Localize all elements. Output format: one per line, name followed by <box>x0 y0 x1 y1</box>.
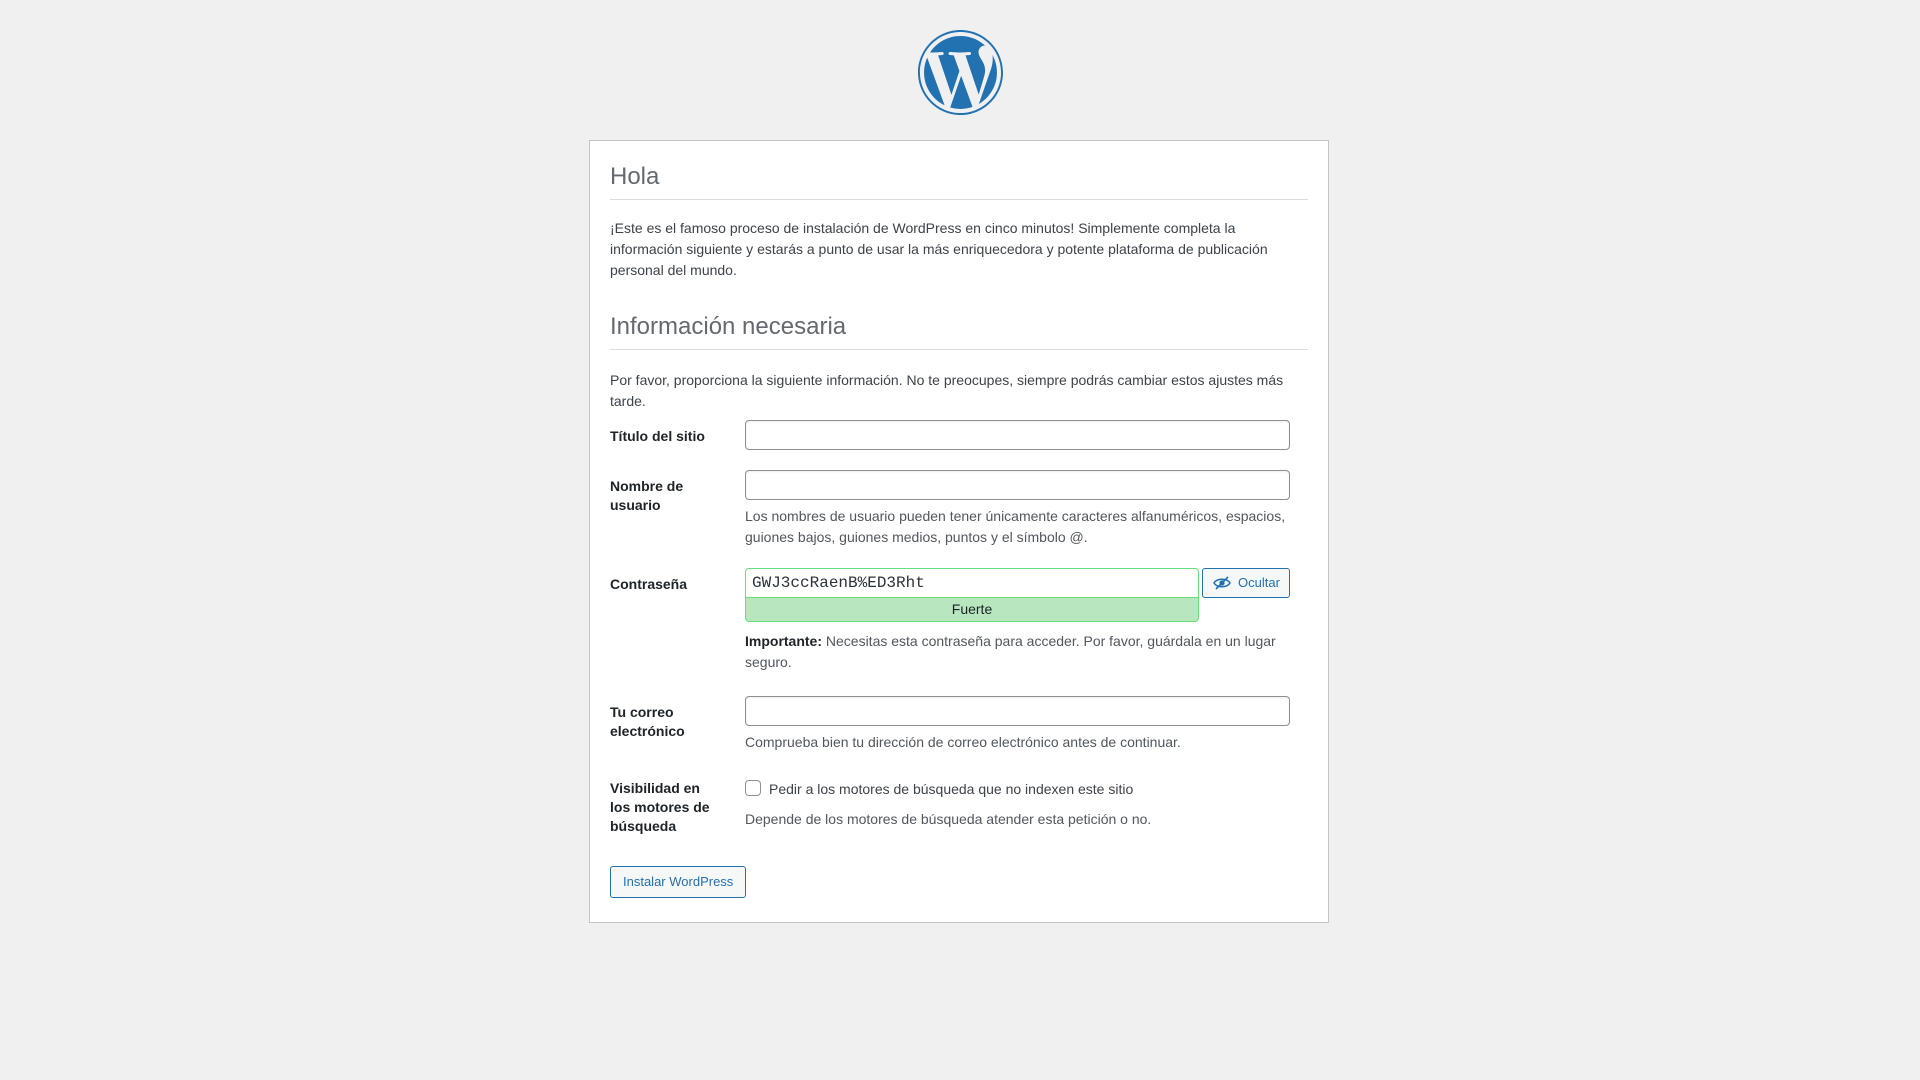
username-input[interactable] <box>745 470 1290 500</box>
username-label: Nombre de usuario <box>610 478 684 513</box>
hide-password-label: Ocultar <box>1238 575 1280 590</box>
wordpress-logo-icon[interactable] <box>918 30 1003 115</box>
section-description: Por favor, proporciona la siguiente info… <box>610 372 1284 409</box>
visibility-description: Depende de los motores de búsqueda atend… <box>745 811 1152 827</box>
noindex-checkbox[interactable] <box>745 779 761 796</box>
site-title-label: Título del sitio <box>610 428 705 444</box>
password-strength-meter: Fuerte <box>745 597 1199 622</box>
visibility-label: Visibilidad en los motores de búsqueda <box>610 780 710 834</box>
intro-text: ¡Este es el famoso proceso de instalació… <box>610 220 1268 278</box>
install-wordpress-button[interactable]: Instalar WordPress <box>610 866 747 898</box>
password-important-note: Importante: Necesitas esta contraseña pa… <box>745 631 1290 673</box>
password-label: Contraseña <box>610 576 688 592</box>
site-title-input[interactable] <box>745 420 1290 450</box>
username-description: Los nombres de usuario pueden tener únic… <box>745 508 1286 545</box>
important-label: Importante: <box>745 633 822 649</box>
important-text: Necesitas esta contraseña para acceder. … <box>745 633 1276 670</box>
email-label: Tu correo electrónico <box>610 704 685 739</box>
password-input[interactable]: GWJ3ccRaenB%ED3Rht <box>745 568 1199 598</box>
hide-password-button[interactable]: Ocultar <box>1202 568 1290 598</box>
visibility-option[interactable]: Pedir a los motores de búsqueda que no i… <box>745 779 1290 800</box>
noindex-checkbox-label[interactable]: Pedir a los motores de búsqueda que no i… <box>769 781 1133 797</box>
section-title: Información necesaria <box>610 313 1308 350</box>
email-input[interactable] <box>745 696 1290 726</box>
page-title: Hola <box>610 163 1308 200</box>
install-card: Hola ¡Este es el famoso proceso de insta… <box>589 140 1329 923</box>
eye-hidden-icon <box>1213 576 1231 590</box>
email-description: Comprueba bien tu dirección de correo el… <box>745 734 1181 750</box>
